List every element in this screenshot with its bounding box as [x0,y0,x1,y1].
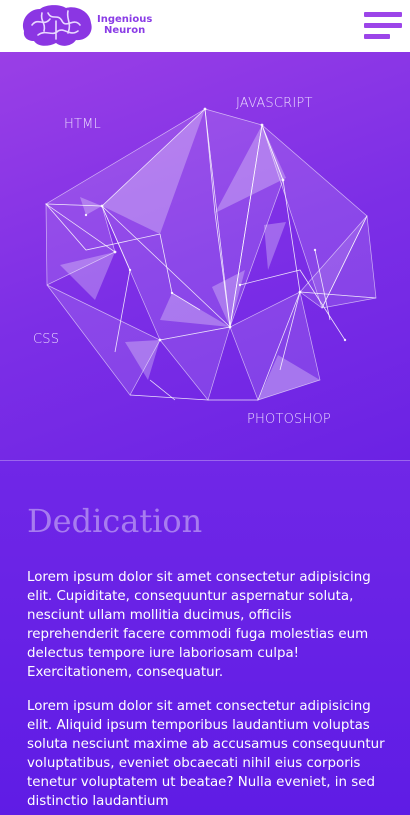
brand-line-2: Neuron [104,25,146,36]
hamburger-menu-icon[interactable] [362,11,402,41]
top-header: Ingenious Neuron [0,0,410,52]
brain-icon[interactable] [18,3,94,49]
skill-label-css: CSS [33,332,60,347]
dedication-section: Dedication Lorem ipsum dolor sit amet co… [0,461,410,815]
skills-network-graphic [44,107,377,401]
paragraph-1: Lorem ipsum dolor sit amet consectetur a… [27,570,371,680]
skill-label-html: HTML [64,117,101,132]
skill-label-photoshop: PHOTOSHOP [247,412,331,427]
section-title: Dedication [27,502,203,540]
paragraph-2: Lorem ipsum dolor sit amet consectetur a… [27,699,385,809]
brand-name[interactable]: Ingenious Neuron [97,14,152,36]
brand-line-1: Ingenious [97,14,153,25]
skills-hero: HTML JAVASCRIPT CSS PHOTOSHOP [0,52,410,460]
skill-label-javascript: JAVASCRIPT [236,96,313,111]
